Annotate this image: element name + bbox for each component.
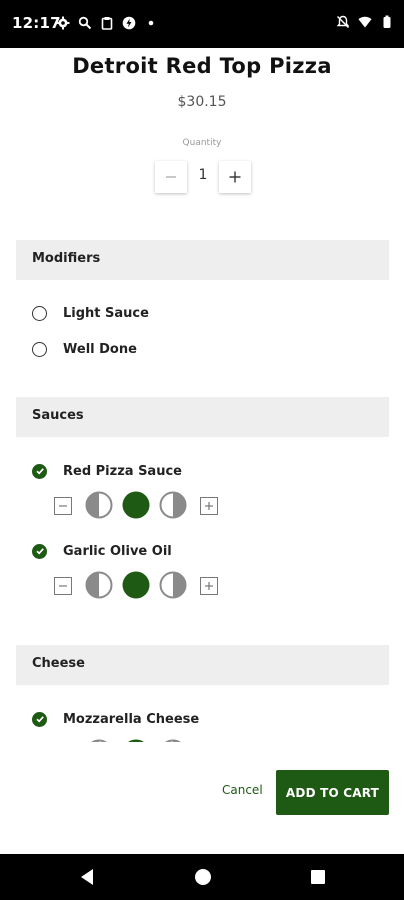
status-right-icons <box>336 15 394 29</box>
item-title: Detroit Red Top Pizza <box>72 54 332 78</box>
item-price: $30.15 <box>177 94 227 110</box>
portion-plus-button[interactable] <box>200 577 218 595</box>
minus-icon <box>59 585 67 587</box>
left-half-portion-icon[interactable] <box>85 491 113 519</box>
section-title: Sauces <box>32 408 84 423</box>
portion-plus-button[interactable] <box>200 497 218 515</box>
cancel-button[interactable]: Cancel <box>222 783 263 797</box>
right-half-portion-icon[interactable] <box>159 571 187 599</box>
quantity-label: Quantity <box>182 138 222 148</box>
quantity-stepper: 1 <box>155 161 251 193</box>
quantity-decrease-button[interactable] <box>155 161 187 193</box>
plus-icon <box>205 502 213 510</box>
quantity-increase-button[interactable] <box>219 161 251 193</box>
sauce-garlic-olive-oil[interactable]: Garlic Olive Oil <box>32 541 172 561</box>
status-bar: 12:17 <box>0 0 404 48</box>
item-detail-content[interactable]: Detroit Red Top Pizza $30.15 Quantity 1 … <box>0 48 404 742</box>
option-well-done[interactable]: Well Done <box>32 339 137 359</box>
data-saver-icon <box>122 16 136 30</box>
add-to-cart-button[interactable]: ADD TO CART <box>276 770 389 815</box>
check-circle-icon[interactable] <box>32 463 47 479</box>
portion-selector <box>54 571 224 601</box>
wifi-icon <box>358 16 372 28</box>
minus-icon <box>59 505 67 507</box>
section-title: Cheese <box>32 656 85 671</box>
status-left-icons <box>56 16 158 30</box>
section-header-sauces: Sauces <box>16 397 389 437</box>
plus-icon <box>229 171 241 183</box>
cheese-mozzarella[interactable]: Mozzarella Cheese <box>32 709 199 729</box>
navigation-bar <box>0 854 404 900</box>
check-label: Mozzarella Cheese <box>63 711 200 727</box>
search-icon <box>78 16 92 30</box>
notifications-off-icon <box>336 15 350 29</box>
portion-minus-button[interactable] <box>54 577 72 595</box>
left-half-portion-icon[interactable] <box>85 571 113 599</box>
whole-portion-icon[interactable] <box>122 491 150 519</box>
footer-actions: Cancel ADD TO CART <box>0 742 404 854</box>
right-half-portion-icon[interactable] <box>159 491 187 519</box>
back-icon[interactable] <box>79 868 95 886</box>
check-label: Garlic Olive Oil <box>63 543 172 559</box>
portion-minus-button[interactable] <box>54 497 72 515</box>
quantity-value: 1 <box>198 167 208 183</box>
portion-selector <box>54 491 224 521</box>
option-label: Well Done <box>63 341 137 357</box>
section-header-cheese: Cheese <box>16 645 389 685</box>
check-circle-icon[interactable] <box>32 711 47 727</box>
section-header-modifiers: Modifiers <box>16 240 389 280</box>
recents-icon[interactable] <box>311 870 325 884</box>
radio-button[interactable] <box>32 305 47 321</box>
home-icon[interactable] <box>195 869 211 885</box>
status-time: 12:17 <box>12 14 61 32</box>
plus-icon <box>205 582 213 590</box>
option-label: Light Sauce <box>63 305 149 321</box>
settings-icon <box>56 16 70 30</box>
sauce-red-pizza-sauce[interactable]: Red Pizza Sauce <box>32 461 182 481</box>
clipboard-icon <box>101 17 113 30</box>
section-title: Modifiers <box>32 251 101 266</box>
minus-icon <box>166 176 176 178</box>
dot-icon <box>148 20 154 26</box>
whole-portion-icon[interactable] <box>122 571 150 599</box>
option-light-sauce[interactable]: Light Sauce <box>32 303 149 323</box>
battery-icon <box>383 15 391 28</box>
check-circle-icon[interactable] <box>32 543 47 559</box>
radio-button[interactable] <box>32 341 47 357</box>
check-label: Red Pizza Sauce <box>63 463 182 479</box>
